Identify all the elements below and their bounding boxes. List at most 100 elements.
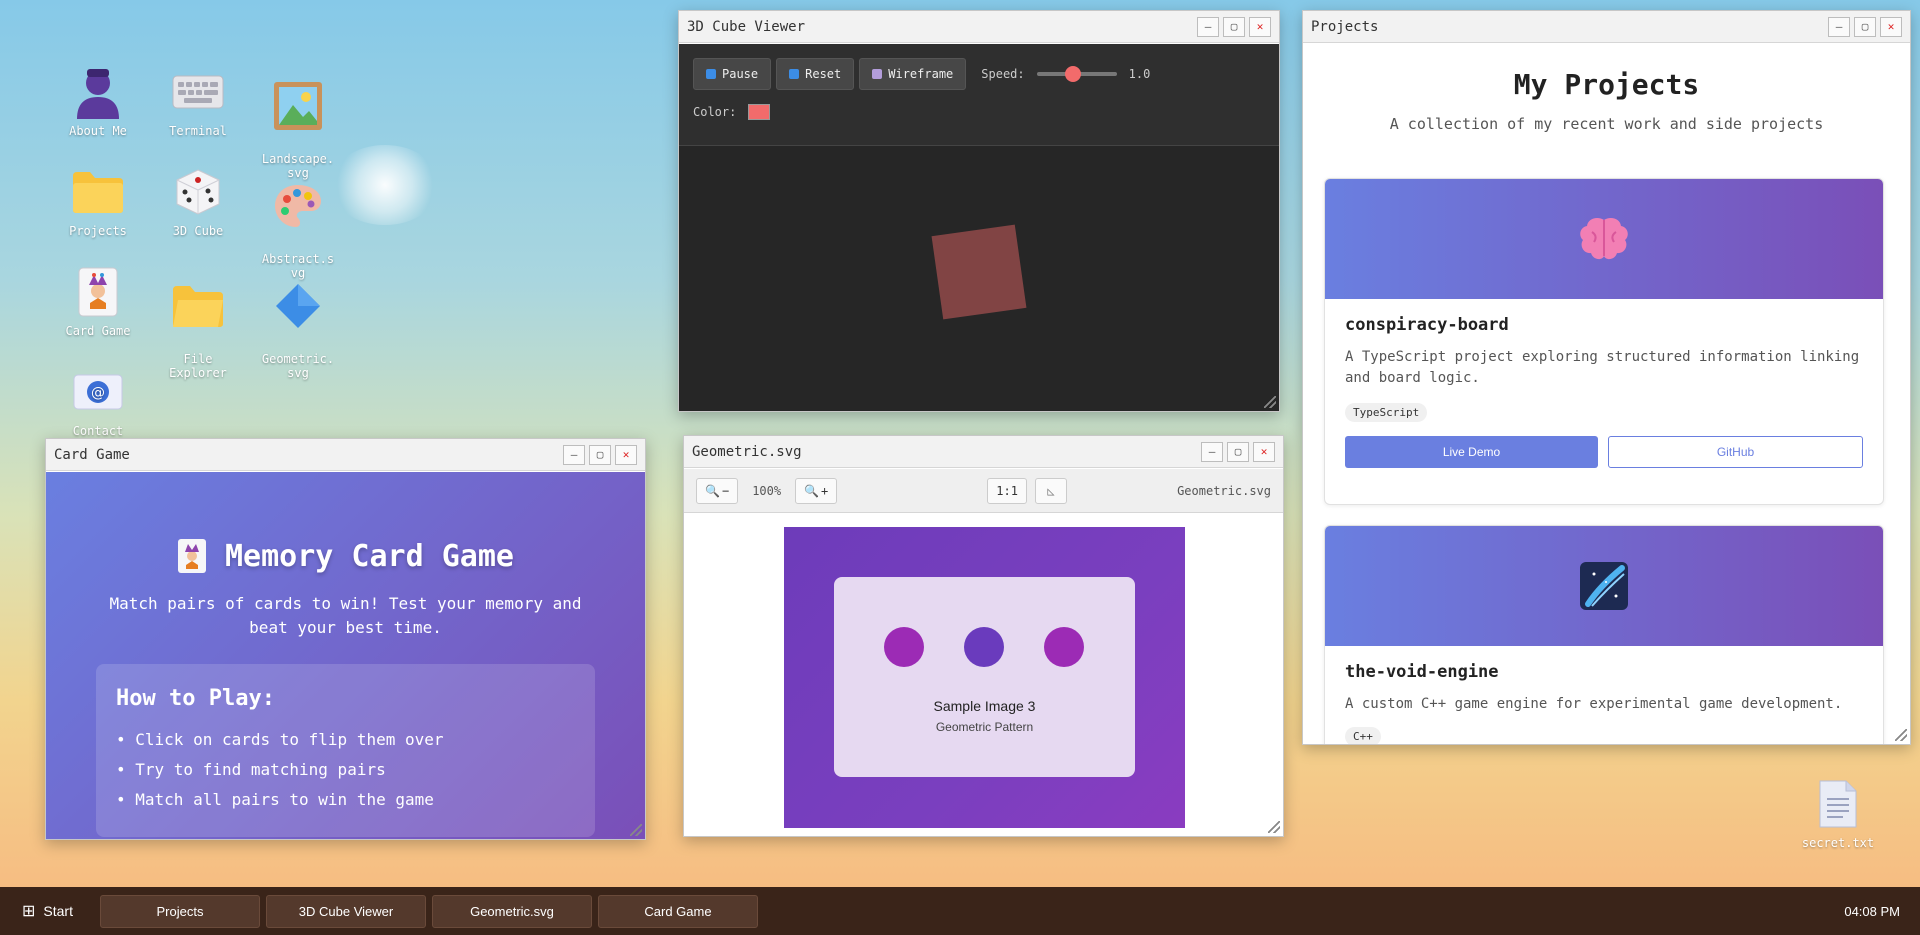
cube-shape [931,224,1027,320]
maximize-button[interactable]: ▢ [1227,441,1249,462]
geometric-viewer-window[interactable]: Geometric.svg – ▢ ✕ 🔍 − 100% 🔍 + 1:1 ◺ Geo… [683,435,1284,837]
joker-card-icon [70,264,126,320]
zoom-in-button[interactable]: 🔍 + [795,477,838,504]
folder-icon [70,164,126,220]
window-title: Card Game [54,446,130,463]
svg-text:@: @ [91,385,105,401]
pause-icon [706,69,716,79]
fit-to-window-button[interactable]: ◺ [1034,477,1067,504]
text-file-icon [1810,776,1866,832]
actual-size-button[interactable]: 1:1 [987,477,1027,504]
cube-canvas[interactable] [679,146,1279,406]
desktop-icon-label: About Me [69,124,127,138]
desktop-icon-label: 3D Cube [172,224,224,238]
close-button[interactable]: ✕ [615,444,637,465]
desktop-icon-label: Contact [72,424,124,438]
person-icon [70,64,126,120]
comet-icon [1580,562,1628,610]
dice-icon [170,164,226,220]
image-panel: Sample Image 3 Geometric Pattern [834,577,1135,777]
github-button[interactable]: GitHub [1608,436,1863,468]
window-title: Projects [1311,18,1379,35]
start-button[interactable]: ⊞ Start [22,901,100,921]
desktop-icon-secret-txt[interactable]: secret.txt [1793,776,1883,850]
maximize-button[interactable]: ▢ [1854,16,1876,37]
project-hero [1325,526,1883,646]
taskbar-item-card-game[interactable]: Card Game [598,894,758,928]
minimize-button[interactable]: – [1201,441,1223,462]
close-button[interactable]: ✕ [1880,16,1902,37]
desktop-icon-3d-cube[interactable]: 3D Cube [153,164,243,238]
card-game-content: Memory Card Game Match pairs of cards to… [46,472,645,839]
desktop-icon-card-game[interactable]: Card Game [53,264,143,338]
email-icon: @ [70,364,126,420]
projects-content: My Projects A collection of my recent wo… [1303,44,1910,744]
taskbar-item-geometric[interactable]: Geometric.svg [432,894,592,928]
resize-handle[interactable] [1264,396,1276,408]
taskbar-item-cube-viewer[interactable]: 3D Cube Viewer [266,894,426,928]
cube-viewer-window[interactable]: 3D Cube Viewer – ▢ ✕ Pause Reset Wirefra… [678,10,1280,412]
desktop-icon-geometric[interactable]: Geometric. svg [253,264,343,394]
rule-item: • Click on cards to flip them over [116,730,444,749]
desktop-icon-file-explorer[interactable]: File Explorer [153,264,243,394]
resize-handle[interactable] [630,824,642,836]
card-game-window[interactable]: Card Game – ▢ ✕ Memory Card Game Match p… [45,438,646,840]
projects-window[interactable]: Projects – ▢ ✕ My Projects A collection … [1302,10,1911,745]
game-heading: Memory Card Game [225,538,514,574]
speed-slider[interactable] [1036,66,1117,82]
cube-toolbar: Pause Reset Wireframe Speed: 1.0 Color: [679,44,1279,146]
reset-button[interactable]: Reset [776,58,855,90]
cube-viewer-titlebar[interactable]: 3D Cube Viewer – ▢ ✕ [679,11,1279,43]
how-to-play-title: How to Play: [116,686,275,711]
project-description: A TypeScript project exploring structure… [1345,349,1860,386]
desktop-icon-about-me[interactable]: About Me [53,64,143,138]
tech-tag: TypeScript [1345,403,1428,422]
zoom-out-button[interactable]: 🔍 − [696,477,739,504]
wireframe-button[interactable]: Wireframe [859,58,967,90]
image-title: Sample Image 3 [933,698,1036,714]
close-button[interactable]: ✕ [1253,441,1275,462]
color-label: Color: [693,105,737,119]
projects-titlebar[interactable]: Projects – ▢ ✕ [1303,11,1910,43]
minimize-button[interactable]: – [1828,16,1850,37]
project-name: the-void-engine [1345,662,1499,682]
file-name: Geometric.svg [1177,483,1271,498]
page-subtitle: A collection of my recent work and side … [1389,115,1824,133]
taskbar-item-projects[interactable]: Projects [100,894,260,928]
geometric-image: Sample Image 3 Geometric Pattern [784,527,1185,828]
minimize-button[interactable]: – [563,444,585,465]
live-demo-button[interactable]: Live Demo [1345,436,1598,468]
close-button[interactable]: ✕ [1249,16,1271,37]
game-intro: Match pairs of cards to win! Test your m… [109,594,582,637]
speed-slider-thumb[interactable] [1064,66,1081,82]
resize-handle[interactable] [1895,729,1907,741]
resize-handle[interactable] [1268,821,1280,833]
geometric-titlebar[interactable]: Geometric.svg – ▢ ✕ [684,436,1283,468]
how-to-play-panel: How to Play: • Click on cards to flip th… [96,664,595,837]
brain-icon [1580,218,1628,260]
color-picker[interactable] [748,104,771,120]
image-icon [270,78,326,134]
desktop-icon-label: Geometric. svg [261,352,335,380]
folder-icon [170,278,226,334]
maximize-button[interactable]: ▢ [589,444,611,465]
image-subtitle: Geometric Pattern [935,720,1034,734]
card-game-titlebar[interactable]: Card Game – ▢ ✕ [46,439,645,471]
joker-card-icon [178,539,206,573]
pause-button[interactable]: Pause [693,58,772,90]
maximize-button[interactable]: ▢ [1223,16,1245,37]
rule-item: • Try to find matching pairs [116,760,386,779]
desktop-icon-terminal[interactable]: Terminal [153,64,243,138]
circle-shape [964,627,1004,667]
reset-label: Reset [805,67,842,81]
desktop-icon-contact[interactable]: @ Contact [53,364,143,442]
cloud-decoration [330,145,440,225]
speed-value: 1.0 [1128,67,1151,81]
rule-item: • Match all pairs to win the game [116,790,434,809]
desktop-icon-label: Terminal [169,124,227,138]
minimize-button[interactable]: – [1197,16,1219,37]
desktop-icon-projects[interactable]: Projects [53,164,143,238]
pause-label: Pause [722,67,759,81]
project-card: conspiracy-board A TypeScript project ex… [1324,178,1884,505]
wireframe-label: Wireframe [888,67,954,81]
